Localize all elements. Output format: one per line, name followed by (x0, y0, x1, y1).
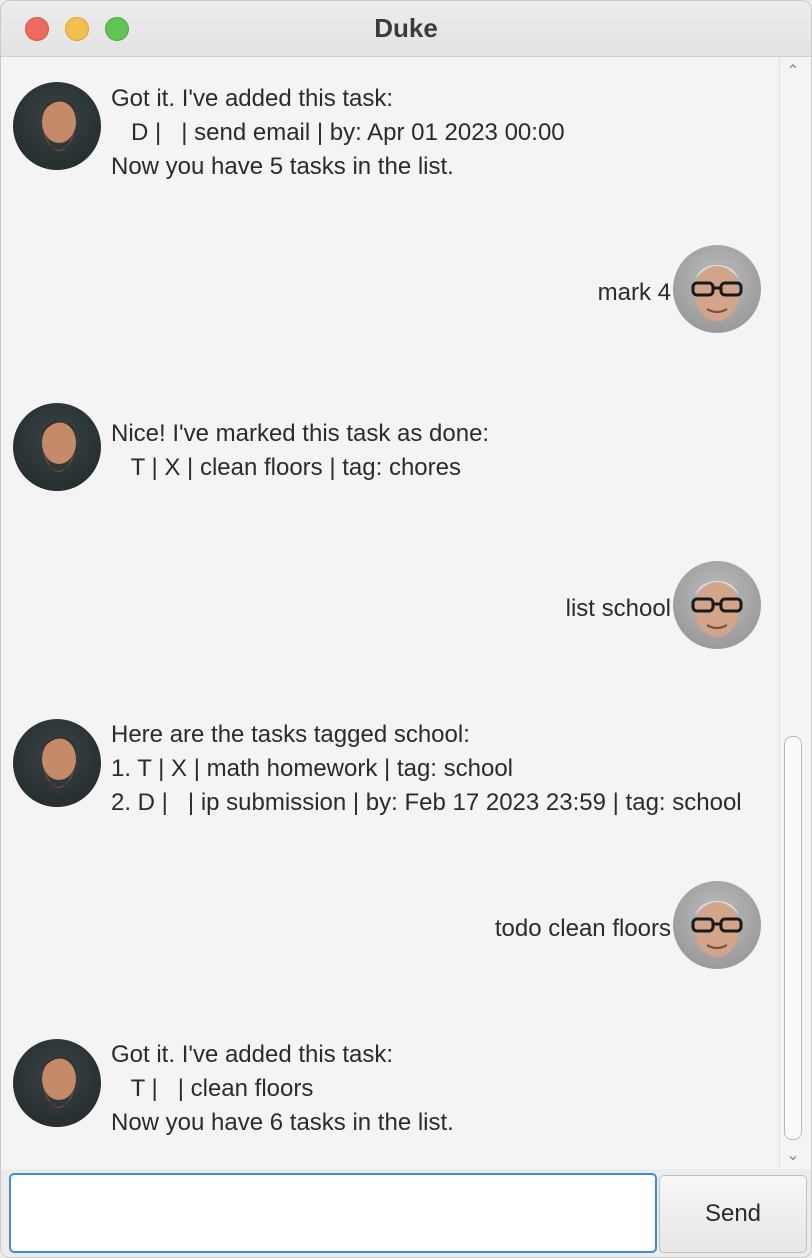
scrollbar-thumb[interactable] (784, 736, 802, 1140)
user-message: todo clean floors (494, 915, 671, 942)
user-avatar-icon (691, 265, 743, 321)
duke-avatar-icon (35, 421, 85, 491)
user-avatar (673, 561, 761, 649)
user-message: list school (565, 595, 671, 622)
user-message: mark 4 (597, 279, 671, 306)
scroll-up-icon[interactable]: ⌃ (780, 60, 806, 84)
user-avatar (673, 881, 761, 969)
duke-avatar (13, 1039, 101, 1127)
duke-avatar (13, 82, 101, 170)
duke-avatar (13, 719, 101, 807)
vertical-scrollbar[interactable]: ⌃ ⌄ (779, 58, 805, 1168)
send-button[interactable]: Send (659, 1175, 807, 1253)
window-title: Duke (374, 13, 438, 43)
user-avatar-icon (691, 581, 743, 637)
duke-message: Got it. I've added this task: T | | clea… (111, 1041, 454, 1136)
dialog-container[interactable]: Got it. I've added this task: D | | send… (9, 58, 779, 1168)
duke-avatar (13, 403, 101, 491)
user-avatar-icon (691, 901, 743, 957)
duke-message: Nice! I've marked this task as done: T |… (111, 420, 490, 481)
input-bar: Send (1, 1169, 811, 1257)
duke-avatar-icon (35, 737, 85, 807)
user-avatar (673, 245, 761, 333)
user-input-field[interactable] (9, 1173, 657, 1253)
duke-message: Here are the tasks tagged school: 1. T |… (111, 721, 742, 816)
duke-avatar-icon (35, 1057, 85, 1127)
duke-avatar-icon (35, 100, 85, 170)
scroll-down-icon[interactable]: ⌄ (780, 1144, 806, 1168)
app-window: Duke Got it. I've added this task: D | |… (0, 0, 812, 1258)
duke-message: Got it. I've added this task: D | | send… (111, 85, 565, 180)
title-bar: Duke (1, 1, 811, 57)
